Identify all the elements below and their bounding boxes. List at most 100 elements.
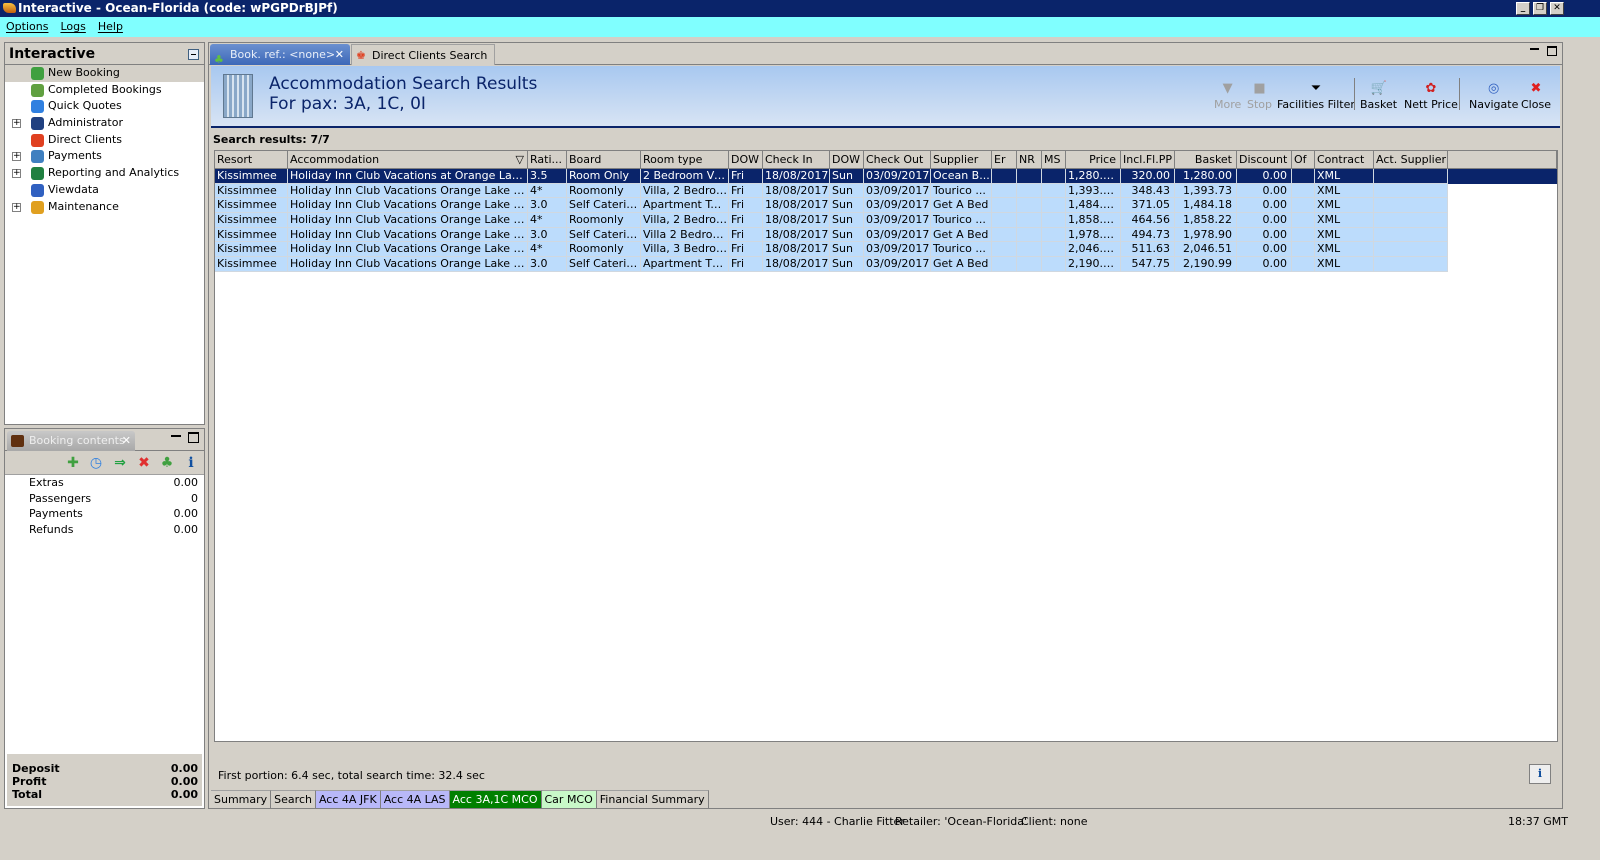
- column-header-rati[interactable]: Rati...: [528, 151, 567, 169]
- column-header-check-out[interactable]: Check Out: [864, 151, 931, 169]
- bottom-tab-acc-3a-1c-mco[interactable]: Acc 3A,1C MCO: [449, 790, 542, 808]
- triangle-down-icon: ▼: [1222, 81, 1233, 96]
- table-row[interactable]: Kissimmee Holiday Inn Club Vacations Oran…: [215, 227, 1557, 243]
- maximize-icon[interactable]: [188, 432, 199, 443]
- menu-options[interactable]: Options: [6, 20, 48, 33]
- expand-icon[interactable]: +: [12, 119, 21, 129]
- column-header-discount[interactable]: Discount: [1237, 151, 1292, 169]
- nav-item-viewdata[interactable]: Viewdata: [5, 182, 204, 199]
- minimize-icon[interactable]: [171, 435, 181, 437]
- cart-move-icon[interactable]: ⇒: [112, 455, 128, 471]
- column-header-er[interactable]: Er: [992, 151, 1017, 169]
- expand-icon[interactable]: +: [12, 169, 21, 179]
- nav-item-administrator[interactable]: + Administrator: [5, 115, 204, 132]
- cell-room-type: Villa, 2 Bedroo...: [641, 183, 729, 199]
- column-header-dow[interactable]: DOW: [729, 151, 763, 169]
- minimize-icon[interactable]: [1530, 48, 1539, 50]
- cell-check-out: 03/09/2017: [864, 198, 931, 214]
- add-icon[interactable]: ✚: [65, 455, 81, 471]
- cell-room-type: Apartment Thr...: [641, 257, 729, 272]
- cell-board: Self Catering: [567, 257, 641, 272]
- close-tab-icon[interactable]: ✕: [335, 44, 344, 65]
- column-header-board[interactable]: Board: [567, 151, 641, 169]
- facilities-filter-button[interactable]: ⏷ Facilities Filter: [1277, 80, 1355, 111]
- column-header-of[interactable]: Of: [1292, 151, 1315, 169]
- nav-item-new-booking[interactable]: New Booking: [5, 65, 204, 82]
- menu-bar: Options Logs Help: [0, 17, 1600, 37]
- close-button[interactable]: ✖ Close: [1521, 80, 1551, 111]
- stop-icon: ■: [1253, 81, 1266, 96]
- column-header-room-type[interactable]: Room type: [641, 151, 729, 169]
- nett-price-button[interactable]: ✿ Nett Price: [1404, 80, 1458, 111]
- table-row[interactable]: Kissimmee Holiday Inn Club Vacations Oran…: [215, 183, 1557, 199]
- status-bar: User: 444 - Charlie Fitter Retailer: 'Oc…: [0, 812, 1600, 832]
- close-x-icon: ✖: [1530, 81, 1542, 96]
- palm-tree-icon[interactable]: ♣: [159, 455, 175, 471]
- bottom-tab-car-mco[interactable]: Car MCO: [541, 790, 597, 808]
- maximize-icon[interactable]: [1547, 46, 1557, 56]
- column-header-check-in[interactable]: Check In: [763, 151, 830, 169]
- menu-help[interactable]: Help: [98, 20, 123, 33]
- column-header-supplier[interactable]: Supplier: [931, 151, 992, 169]
- nav-item-maintenance[interactable]: + Maintenance: [5, 199, 204, 216]
- column-header-dow[interactable]: DOW: [830, 151, 864, 169]
- cell-supplier: Tourico ...: [931, 213, 992, 228]
- column-header-contract[interactable]: Contract: [1315, 151, 1374, 169]
- nav-item-direct-clients[interactable]: Direct Clients: [5, 132, 204, 149]
- menu-logs[interactable]: Logs: [60, 20, 85, 33]
- main-area: ♣ Book. ref.: <none> ✕ ♚ Direct Clients Sea…: [208, 42, 1563, 809]
- cell-accommodation: Holiday Inn Club Vacations Orange Lake R…: [288, 242, 528, 258]
- cell-basket: 1,858.22: [1175, 213, 1237, 228]
- table-row[interactable]: Kissimmee Holiday Inn Club Vacations at O…: [215, 169, 1557, 184]
- toolbar-separator: [1354, 78, 1355, 110]
- filter-icon[interactable]: ▽: [516, 151, 524, 169]
- column-header-nr[interactable]: NR: [1017, 151, 1042, 169]
- column-header-price[interactable]: Price: [1066, 151, 1121, 169]
- row-label: Passengers: [29, 491, 92, 505]
- nav-item-reporting-and-analytics[interactable]: + Reporting and Analytics: [5, 165, 204, 182]
- close-window-button[interactable]: ✕: [1550, 2, 1564, 15]
- column-header-accommodation[interactable]: Accommodation ▽: [288, 151, 528, 169]
- cell-resort: Kissimmee: [215, 183, 288, 199]
- expand-icon[interactable]: +: [12, 202, 21, 212]
- bottom-tab-search[interactable]: Search: [271, 790, 316, 808]
- bottom-tab-financial-summary[interactable]: Financial Summary: [596, 790, 709, 808]
- more-button[interactable]: ▼ More: [1214, 80, 1241, 111]
- close-icon[interactable]: ✕: [122, 431, 131, 451]
- bottom-tab-summary[interactable]: Summary: [211, 790, 272, 808]
- bottom-tab-acc-4a-jfk[interactable]: Acc 4A JFK: [315, 790, 381, 808]
- restore-button[interactable]: ❐: [1533, 2, 1547, 15]
- tab-direct-clients-search[interactable]: ♚ Direct Clients Search: [351, 44, 495, 65]
- table-row[interactable]: Kissimmee Holiday Inn Club Vacations Oran…: [215, 257, 1557, 272]
- table-row[interactable]: Kissimmee Holiday Inn Club Vacations Oran…: [215, 213, 1557, 228]
- column-header-resort[interactable]: Resort: [215, 151, 288, 169]
- cell-room-type: Villa 2 Bedroom...: [641, 227, 729, 243]
- clock-icon[interactable]: ◷: [88, 455, 104, 471]
- stop-button[interactable]: ■ Stop: [1247, 80, 1272, 111]
- table-row[interactable]: Kissimmee Holiday Inn Club Vacations Oran…: [215, 242, 1557, 258]
- minimize-button[interactable]: _: [1516, 2, 1530, 15]
- info-button[interactable]: i: [1529, 764, 1551, 784]
- building-icon: [223, 74, 253, 118]
- bottom-tab-acc-4a-las[interactable]: Acc 4A LAS: [380, 790, 450, 808]
- minimize-panel-button[interactable]: [188, 49, 199, 60]
- info-icon[interactable]: i: [183, 455, 199, 471]
- cell-of: [1292, 213, 1315, 228]
- cell-incl-fl-pp: 348.43: [1121, 183, 1175, 199]
- basket-button[interactable]: 🛒 Basket: [1360, 80, 1397, 111]
- booking-contents-tab[interactable]: Booking contents ✕: [7, 431, 135, 451]
- nav-item-payments[interactable]: + Payments: [5, 148, 204, 165]
- nav-item-quick-quotes[interactable]: Quick Quotes: [5, 98, 204, 115]
- column-header-act-supplier[interactable]: Act. Supplier: [1374, 151, 1448, 169]
- column-header-ms[interactable]: MS: [1042, 151, 1066, 169]
- column-header-incl-fl-pp[interactable]: Incl.Fl.PP: [1121, 151, 1175, 169]
- booking-row: Refunds 0.00: [5, 522, 204, 538]
- nav-item-completed-bookings[interactable]: Completed Bookings: [5, 82, 204, 99]
- column-header-basket[interactable]: Basket: [1175, 151, 1237, 169]
- tab-booking-ref[interactable]: ♣ Book. ref.: <none> ✕: [210, 44, 350, 66]
- table-row[interactable]: Kissimmee Holiday Inn Club Vacations Oran…: [215, 198, 1557, 214]
- navigate-button[interactable]: ◎ Navigate: [1469, 80, 1518, 111]
- cell-incl-fl-pp: 494.73: [1121, 227, 1175, 243]
- expand-icon[interactable]: +: [12, 152, 21, 162]
- delete-icon[interactable]: ✖: [136, 455, 152, 471]
